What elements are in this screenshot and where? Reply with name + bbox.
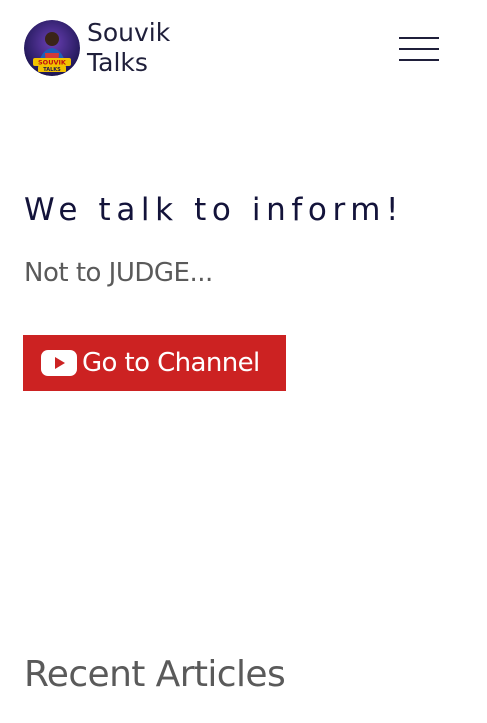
menu-bar-middle: [399, 48, 439, 50]
svg-text:TALKS: TALKS: [43, 67, 61, 73]
hamburger-menu-icon[interactable]: [399, 36, 439, 64]
brand-link[interactable]: SOUVIK TALKS Souvik Talks: [24, 18, 170, 78]
youtube-icon: [41, 350, 77, 376]
page: SOUVIK TALKS Souvik Talks We talk to inf…: [0, 0, 487, 723]
hero-title: We talk to inform!: [24, 192, 405, 228]
channel-logo: SOUVIK TALKS: [24, 20, 80, 76]
recent-articles-heading: Recent Articles: [24, 654, 286, 695]
menu-bar-bottom: [399, 59, 439, 61]
go-to-channel-button[interactable]: Go to Channel: [23, 335, 286, 391]
site-header: SOUVIK TALKS Souvik Talks: [24, 18, 439, 78]
hero-subtitle: Not to JUDGE...: [24, 258, 213, 288]
go-to-channel-label: Go to Channel: [82, 348, 260, 378]
brand-name-line2: Talks: [87, 48, 148, 77]
brand-name: Souvik Talks: [87, 18, 170, 78]
brand-name-line1: Souvik: [87, 18, 171, 47]
menu-bar-top: [399, 37, 439, 39]
svg-text:SOUVIK: SOUVIK: [38, 59, 67, 67]
